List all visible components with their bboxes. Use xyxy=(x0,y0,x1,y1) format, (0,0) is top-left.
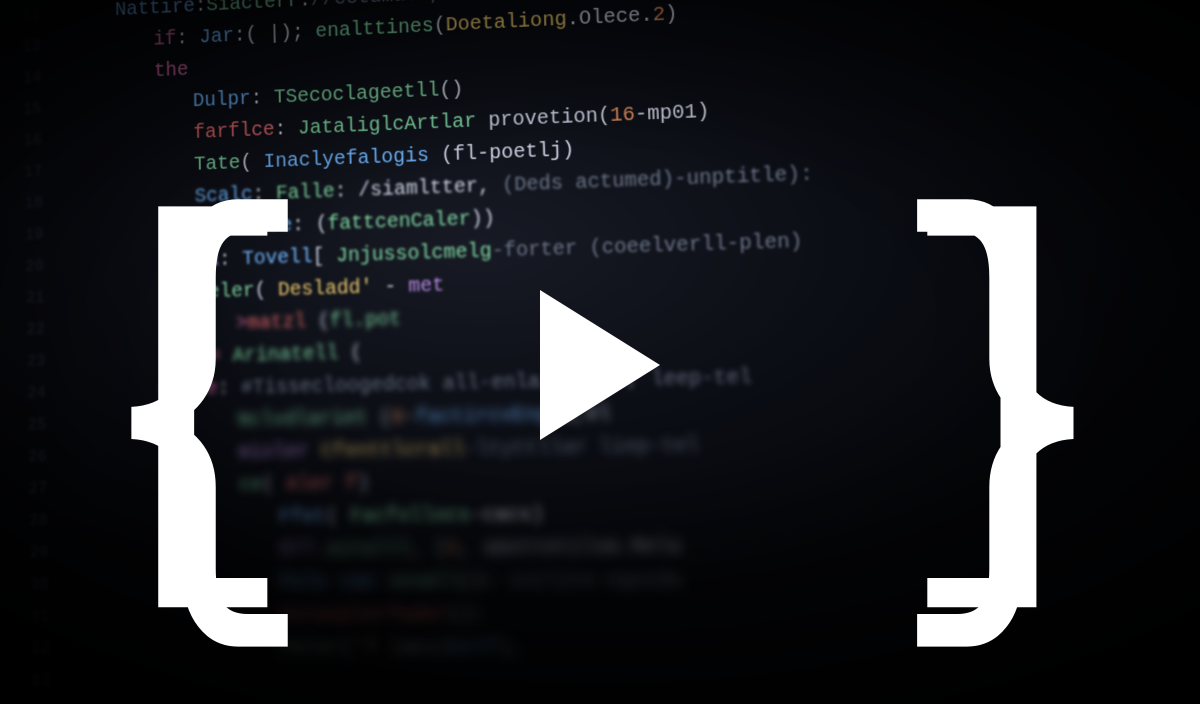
line-number: 17 xyxy=(5,156,43,189)
line-number: 16 xyxy=(4,125,42,158)
line-number: 12 xyxy=(2,0,40,33)
line-number: 18 xyxy=(5,187,43,220)
line-number: 33 xyxy=(12,665,50,697)
line-number: 27 xyxy=(9,473,47,505)
line-number: 20 xyxy=(6,250,44,283)
play-button[interactable] xyxy=(540,290,660,440)
left-square-bracket-icon: [ xyxy=(76,190,321,620)
line-number: 31 xyxy=(11,601,49,633)
line-number: 25 xyxy=(8,409,46,441)
line-number: 15 xyxy=(4,93,42,126)
line-number: 30 xyxy=(10,569,48,601)
line-number-gutter: 1213141516171819202122232425262728293031… xyxy=(2,0,50,698)
line-number: 14 xyxy=(3,62,41,95)
line-number: 26 xyxy=(9,441,47,473)
line-number: 22 xyxy=(7,314,45,347)
line-number: 32 xyxy=(11,633,49,665)
line-number: 28 xyxy=(10,505,48,537)
line-number: 19 xyxy=(6,219,44,252)
line-number: 24 xyxy=(8,377,46,410)
line-number: 23 xyxy=(7,345,45,378)
line-number: 13 xyxy=(3,31,41,64)
right-curly-brace-icon: } xyxy=(886,180,1116,660)
line-number: 21 xyxy=(6,282,44,315)
video-thumbnail[interactable]: 1213141516171819202122232425262728293031… xyxy=(0,0,1200,704)
line-number: 29 xyxy=(10,537,48,569)
